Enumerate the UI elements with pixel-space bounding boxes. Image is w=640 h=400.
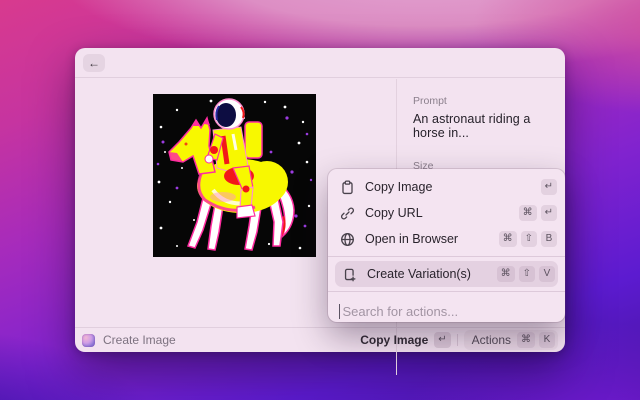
menu-item-label: Copy Image	[365, 180, 432, 194]
back-button[interactable]: ←	[83, 54, 105, 72]
desktop-wallpaper: ←	[0, 0, 640, 400]
menu-item-label: Open in Browser	[365, 232, 458, 246]
menu-divider	[328, 291, 565, 292]
generated-image-astronaut-horse	[153, 94, 316, 257]
menu-item-copy-image[interactable]: Copy Image ↵	[328, 174, 565, 200]
statusbar-divider	[457, 334, 458, 346]
menu-item-label: Copy URL	[365, 206, 423, 220]
dalle-extension-icon	[82, 334, 95, 347]
menu-item-open-in-browser[interactable]: Open in Browser ⌘ ⇧ B	[328, 226, 565, 252]
cmd-key-badge: ⌘	[499, 231, 517, 247]
menu-item-label: Create Variation(s)	[367, 267, 471, 281]
text-cursor	[339, 304, 340, 319]
clipboard-icon	[340, 180, 355, 195]
status-bar: Create Image Copy Image ↵ Actions ⌘ K	[75, 327, 565, 352]
back-arrow-icon: ←	[88, 56, 100, 70]
prompt-label: Prompt	[413, 95, 555, 107]
actions-button[interactable]: Actions ⌘ K	[464, 330, 558, 350]
actions-search-row	[328, 296, 565, 326]
cmd-key-badge: ⌘	[497, 266, 515, 282]
shift-key-badge: ⇧	[519, 266, 535, 282]
return-key-badge: ↵	[541, 179, 557, 195]
menu-divider	[328, 256, 565, 257]
actions-label: Actions	[472, 333, 511, 347]
window-header: ←	[75, 48, 565, 78]
actions-search-input[interactable]	[342, 304, 554, 319]
prompt-value: An astronaut riding a horse in...	[413, 112, 555, 140]
command-name-label: Create Image	[103, 333, 176, 347]
menu-item-create-variations[interactable]: Create Variation(s) ⌘ ⇧ V	[335, 261, 558, 287]
globe-icon	[340, 232, 355, 247]
shift-key-badge: ⇧	[521, 231, 537, 247]
return-key-badge: ↵	[541, 205, 557, 221]
v-key-badge: V	[539, 266, 555, 282]
k-key-badge: K	[539, 332, 555, 348]
cmd-key-badge: ⌘	[517, 332, 535, 348]
return-key-badge: ↵	[434, 332, 450, 348]
cmd-key-badge: ⌘	[519, 205, 537, 221]
duplicate-plus-icon	[342, 267, 357, 282]
link-icon	[340, 206, 355, 221]
primary-action-button[interactable]: Copy Image	[360, 333, 428, 347]
menu-item-copy-url[interactable]: Copy URL ⌘ ↵	[328, 200, 565, 226]
b-key-badge: B	[541, 231, 557, 247]
actions-menu-panel: Copy Image ↵ Copy URL ⌘ ↵ Open in Browse…	[328, 169, 565, 322]
